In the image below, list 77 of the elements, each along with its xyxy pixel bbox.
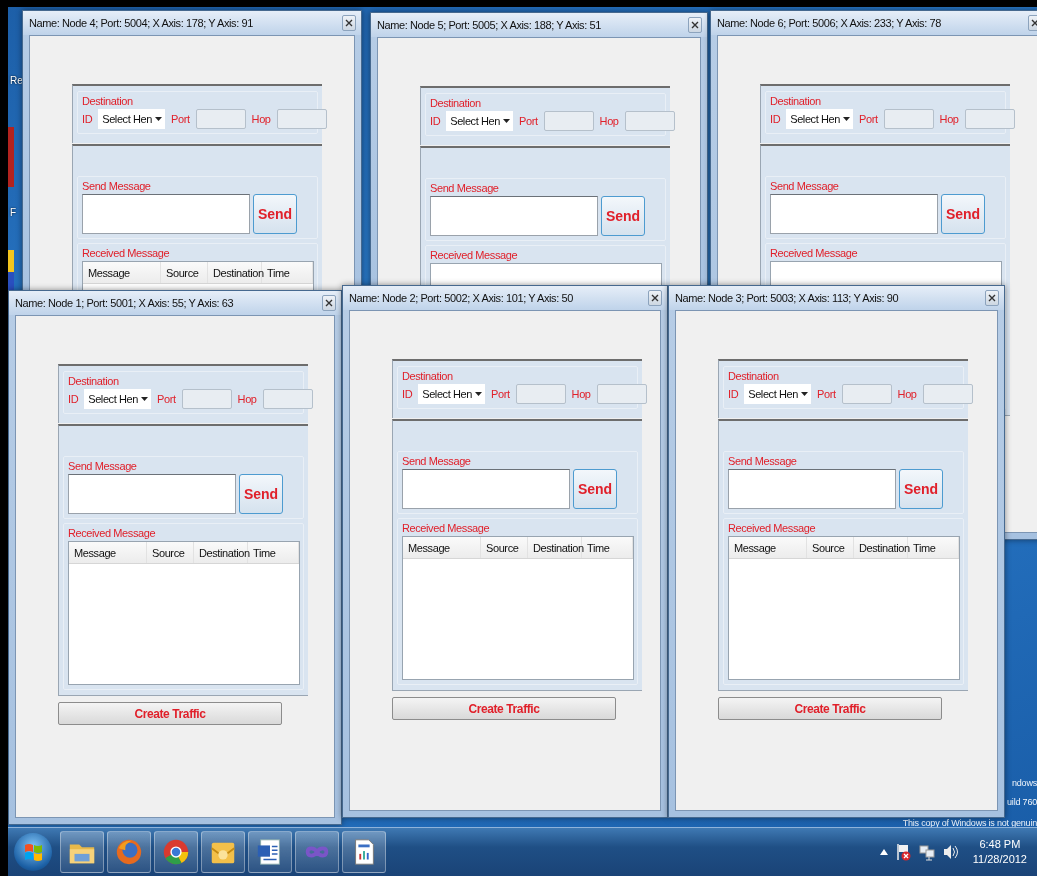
group-label: Destination bbox=[430, 97, 482, 109]
send-button[interactable]: Send bbox=[573, 469, 617, 509]
field-label: Port bbox=[817, 388, 836, 400]
group-label: Received Message bbox=[68, 527, 157, 539]
column-header[interactable]: Message bbox=[729, 537, 807, 558]
activation-notice: ndows bbox=[1011, 778, 1037, 788]
send-button[interactable]: Send bbox=[601, 196, 645, 236]
create-traffic-button[interactable]: Create Traffic bbox=[58, 702, 282, 725]
send-button[interactable]: Send bbox=[239, 474, 283, 514]
field-label: Hop bbox=[939, 113, 959, 125]
field-label: ID bbox=[402, 388, 413, 400]
create-traffic-button[interactable]: Create Traffic bbox=[718, 697, 942, 720]
field-label: Port bbox=[519, 115, 538, 127]
group-label: Received Message bbox=[430, 249, 519, 261]
column-header[interactable]: Message bbox=[69, 542, 147, 563]
column-header[interactable]: Destination bbox=[194, 542, 248, 563]
group-label: Received Message bbox=[728, 522, 817, 534]
window-title: Name: Node 1; Port: 5001; X Axis: 55; Y Axis: 63 bbox=[15, 297, 234, 309]
group-label: Received Message bbox=[402, 522, 491, 534]
desktop-icon-label[interactable]: F bbox=[10, 207, 17, 218]
clock[interactable]: 6:48 PM 11/28/2012 bbox=[972, 837, 1027, 867]
group-label: Destination bbox=[728, 370, 780, 382]
send-button[interactable]: Send bbox=[941, 194, 985, 234]
field-label: ID bbox=[68, 393, 79, 405]
group-label: Send Message bbox=[68, 460, 138, 472]
column-header[interactable]: Destination bbox=[208, 262, 262, 283]
activation-notice: uild 760 bbox=[1007, 797, 1037, 807]
group-label: Send Message bbox=[770, 180, 840, 192]
id-dropdown[interactable]: Select Hen bbox=[744, 384, 811, 404]
id-dropdown[interactable]: Select Hen bbox=[786, 109, 853, 129]
clock-date: 11/28/2012 bbox=[972, 852, 1027, 867]
column-header[interactable]: Source bbox=[147, 542, 194, 563]
field-label: Hop bbox=[897, 388, 917, 400]
field-label: Hop bbox=[571, 388, 591, 400]
activation-notice: This copy of Windows is not genuin bbox=[902, 818, 1037, 827]
create-traffic-button[interactable]: Create Traffic bbox=[392, 697, 616, 720]
column-header[interactable]: Source bbox=[481, 537, 528, 558]
send-button[interactable]: Send bbox=[253, 194, 297, 234]
id-dropdown[interactable]: Select Hen bbox=[418, 384, 485, 404]
group-label: Destination bbox=[82, 95, 134, 107]
window-title: Name: Node 6; Port: 5006; X Axis: 233; Y Axis: 78 bbox=[717, 17, 941, 29]
send-button[interactable]: Send bbox=[899, 469, 943, 509]
field-label: Hop bbox=[599, 115, 619, 127]
group-label: Destination bbox=[68, 375, 120, 387]
field-label: Port bbox=[157, 393, 176, 405]
field-label: ID bbox=[728, 388, 739, 400]
column-header[interactable]: Destination bbox=[854, 537, 908, 558]
field-label: Port bbox=[859, 113, 878, 125]
field-label: ID bbox=[430, 115, 441, 127]
group-label: Destination bbox=[770, 95, 822, 107]
field-label: Hop bbox=[251, 113, 271, 125]
window-title: Name: Node 3; Port: 5003; X Axis: 113; Y Axis: 90 bbox=[675, 292, 899, 304]
group-label: Send Message bbox=[728, 455, 798, 467]
window-title: Name: Node 4; Port: 5004; X Axis: 178; Y Axis: 91 bbox=[29, 17, 253, 29]
field-label: ID bbox=[770, 113, 781, 125]
field-label: Port bbox=[171, 113, 190, 125]
clock-time: 6:48 PM bbox=[979, 837, 1021, 852]
id-dropdown[interactable]: Select Hen bbox=[98, 109, 165, 129]
column-header[interactable]: Source bbox=[161, 262, 208, 283]
group-label: Send Message bbox=[402, 455, 472, 467]
group-label: Send Message bbox=[82, 180, 152, 192]
field-label: ID bbox=[82, 113, 93, 125]
id-dropdown[interactable]: Select Hen bbox=[84, 389, 151, 409]
column-header[interactable]: Message bbox=[403, 537, 481, 558]
id-dropdown[interactable]: Select Hen bbox=[446, 111, 513, 131]
window-title: Name: Node 2; Port: 5002; X Axis: 101; Y Axis: 50 bbox=[349, 292, 573, 304]
column-header[interactable]: Source bbox=[807, 537, 854, 558]
group-label: Send Message bbox=[430, 182, 500, 194]
group-label: Received Message bbox=[82, 247, 171, 259]
group-label: Received Message bbox=[770, 247, 859, 259]
group-label: Destination bbox=[402, 370, 454, 382]
field-label: Hop bbox=[237, 393, 257, 405]
column-header[interactable]: Message bbox=[83, 262, 161, 283]
desktop-icon-label[interactable]: Re bbox=[10, 75, 23, 86]
column-header[interactable]: Destination bbox=[528, 537, 582, 558]
window-title: Name: Node 5; Port: 5005; X Axis: 188; Y Axis: 51 bbox=[377, 19, 601, 31]
field-label: Port bbox=[491, 388, 510, 400]
